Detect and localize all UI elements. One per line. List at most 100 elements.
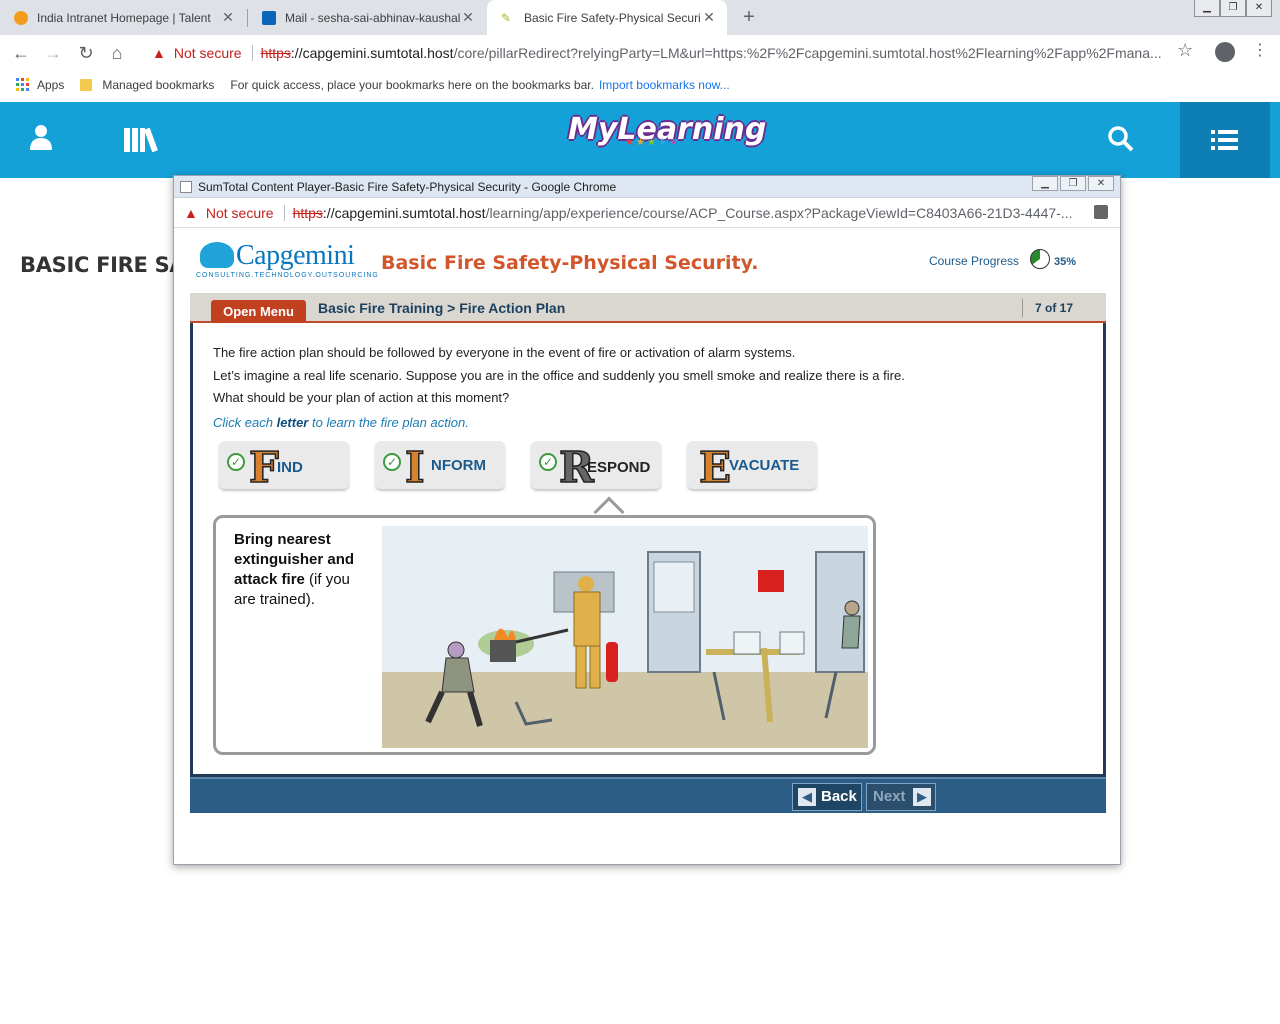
intro-paragraph-2: Let’s imagine a real life scenario. Supp… (213, 368, 905, 383)
tab-mail[interactable]: Mail - sesha-sai-abhinav-kaushal ✕ (248, 0, 486, 35)
close-icon[interactable]: ✕ (460, 9, 476, 26)
tab-title: Mail - sesha-sai-abhinav-kaushal (285, 10, 460, 25)
popup-minimize-button[interactable]: ▁ (1032, 176, 1058, 191)
next-button[interactable]: Next ▶ (866, 783, 936, 811)
tab-title: India Intranet Homepage | Talent (37, 10, 211, 25)
check-icon: ✓ (383, 453, 401, 471)
address-bar[interactable]: ▲ Not secure https ://capgemini.sumtotal… (140, 38, 1204, 68)
letter-glyph: E (698, 442, 732, 493)
address-divider (251, 45, 253, 61)
next-button-label: Next (873, 788, 906, 805)
managed-bookmarks-label: Managed bookmarks (102, 77, 215, 92)
back-arrow-icon[interactable]: ← (8, 40, 34, 66)
url-host: ://capgemini.sumtotal.host (322, 204, 486, 221)
url-host: ://capgemini.sumtotal.host (290, 45, 454, 61)
menu-kebab-icon[interactable]: ⋮ (1252, 40, 1268, 60)
letter-button-respond[interactable]: ✓ R ESPOND (531, 441, 661, 493)
capgemini-spade-icon (200, 242, 234, 268)
letter-glyph: I (404, 442, 425, 493)
intro-paragraph-3: What should be your plan of action at th… (213, 390, 510, 405)
browser-tabstrip: India Intranet Homepage | Talent ✕ Mail … (0, 0, 1280, 35)
lesson-content: The fire action plan should be followed … (190, 323, 1106, 777)
apps-shortcut[interactable]: Apps (16, 78, 64, 92)
folder-icon (80, 78, 93, 91)
security-label: Not secure (173, 45, 242, 61)
import-bookmarks-link[interactable]: Import bookmarks now... (599, 78, 730, 92)
breadcrumb-bar: Open Menu Basic Fire Training > Fire Act… (190, 293, 1106, 323)
open-menu-button[interactable]: Open Menu (211, 300, 306, 323)
close-icon[interactable]: ✕ (701, 9, 717, 26)
instruction-suffix: to learn the fire plan action. (308, 415, 469, 430)
list-menu-icon (1211, 130, 1238, 154)
popup-restore-button[interactable]: ❐ (1060, 176, 1086, 191)
url-path: /learning/app/experience/course/ACP_Cour… (485, 204, 1073, 221)
letter-button-find[interactable]: ✓ F IND (219, 441, 349, 493)
letter-button-inform[interactable]: ✓ I NFORM (375, 441, 505, 493)
search-icon[interactable] (1108, 126, 1134, 159)
apps-grid-icon (16, 78, 29, 91)
letter-word: ESPOND (587, 459, 651, 476)
minimize-button[interactable]: ▁ (1194, 0, 1220, 17)
content-player-window: SumTotal Content Player-Basic Fire Safet… (173, 175, 1121, 865)
reload-icon[interactable]: ↻ (73, 40, 99, 66)
sumtotal-favicon-icon: ✎ (501, 10, 512, 25)
popup-close-button[interactable]: ✕ (1088, 176, 1114, 191)
course-progress-value: 35% (1054, 256, 1077, 268)
letter-glyph: F (248, 442, 279, 493)
intro-paragraph-1: The fire action plan should be followed … (213, 345, 796, 360)
talent-favicon-icon (14, 10, 28, 25)
warning-icon: ▲ (152, 45, 166, 61)
home-icon[interactable]: ⌂ (104, 40, 130, 66)
library-books-icon[interactable] (124, 126, 160, 159)
breadcrumb: Basic Fire Training > Fire Action Plan (318, 300, 566, 316)
page-indicator: 7 of 17 (1022, 299, 1073, 317)
profile-avatar-icon[interactable] (1215, 42, 1235, 62)
list-menu-button[interactable] (1180, 102, 1270, 178)
new-tab-button[interactable]: + (737, 4, 761, 30)
letter-button-evacuate[interactable]: E VACUATE (687, 441, 817, 493)
page-icon (180, 180, 192, 193)
window-controls: ▁ ❐ ✕ (1194, 0, 1272, 17)
logo-stars-icon: ★★★★★ (625, 137, 680, 148)
capgemini-wordmark: Capgemini (236, 240, 355, 271)
bookmarks-bar: Apps Managed bookmarks For quick access,… (0, 71, 1280, 98)
url-path: /core/pillarRedirect?relyingParty=LM&url… (453, 45, 1162, 61)
instruction-text: Click each letter to learn the fire plan… (213, 415, 469, 430)
apps-label: Apps (37, 77, 65, 92)
back-arrow-icon: ◀ (798, 788, 816, 806)
popup-window-controls: ▁ ❐ ✕ (1030, 176, 1114, 191)
back-button-label: Back (821, 788, 857, 805)
user-profile-icon[interactable] (30, 124, 52, 157)
letter-word: VACUATE (729, 457, 800, 474)
restore-button[interactable]: ❐ (1220, 0, 1246, 17)
next-arrow-icon: ▶ (913, 788, 931, 806)
tab-intranet[interactable]: India Intranet Homepage | Talent ✕ (0, 0, 246, 35)
tab-title: Basic Fire Safety-Physical Security (524, 10, 701, 25)
popup-address-bar[interactable]: ▲ Not secure https ://capgemini.sumtotal… (174, 198, 1120, 228)
course-progress-label: Course Progress (929, 254, 1020, 268)
back-button[interactable]: ◀ Back (792, 783, 862, 811)
course-navigation-bar: ◀ Back Next ▶ (190, 777, 1106, 813)
url-scheme: https (292, 204, 323, 221)
outlook-favicon-icon (262, 10, 276, 25)
check-icon: ✓ (539, 453, 557, 471)
warning-icon: ▲ (184, 204, 198, 221)
forward-arrow-icon[interactable]: → (40, 40, 66, 66)
close-icon[interactable]: ✕ (220, 9, 236, 26)
check-icon: ✓ (227, 453, 245, 471)
popup-window-title: SumTotal Content Player-Basic Fire Safet… (198, 179, 617, 194)
capgemini-tagline: CONSULTING.TECHNOLOGY.OUTSOURCING (196, 272, 379, 279)
close-window-button[interactable]: ✕ (1246, 0, 1272, 17)
course-player: Capgemini CONSULTING.TECHNOLOGY.OUTSOURC… (190, 230, 1106, 292)
security-label: Not secure (205, 204, 274, 221)
page-title: BASIC FIRE SAI (20, 253, 193, 277)
browser-toolbar: ← → ↻ ⌂ ▲ Not secure https ://capgemini.… (0, 35, 1280, 71)
popup-titlebar: SumTotal Content Player-Basic Fire Safet… (174, 176, 1120, 198)
tab-fire-safety[interactable]: ✎ Basic Fire Safety-Physical Security ✕ (487, 0, 727, 35)
capgemini-logo: Capgemini CONSULTING.TECHNOLOGY.OUTSOURC… (196, 240, 379, 279)
managed-bookmarks[interactable]: Managed bookmarks (80, 78, 214, 92)
bookmark-star-icon[interactable]: ☆ (1177, 40, 1193, 61)
course-header: Capgemini CONSULTING.TECHNOLOGY.OUTSOURC… (190, 230, 1106, 292)
extension-puzzle-icon[interactable] (1094, 205, 1108, 219)
address-divider (283, 204, 285, 221)
